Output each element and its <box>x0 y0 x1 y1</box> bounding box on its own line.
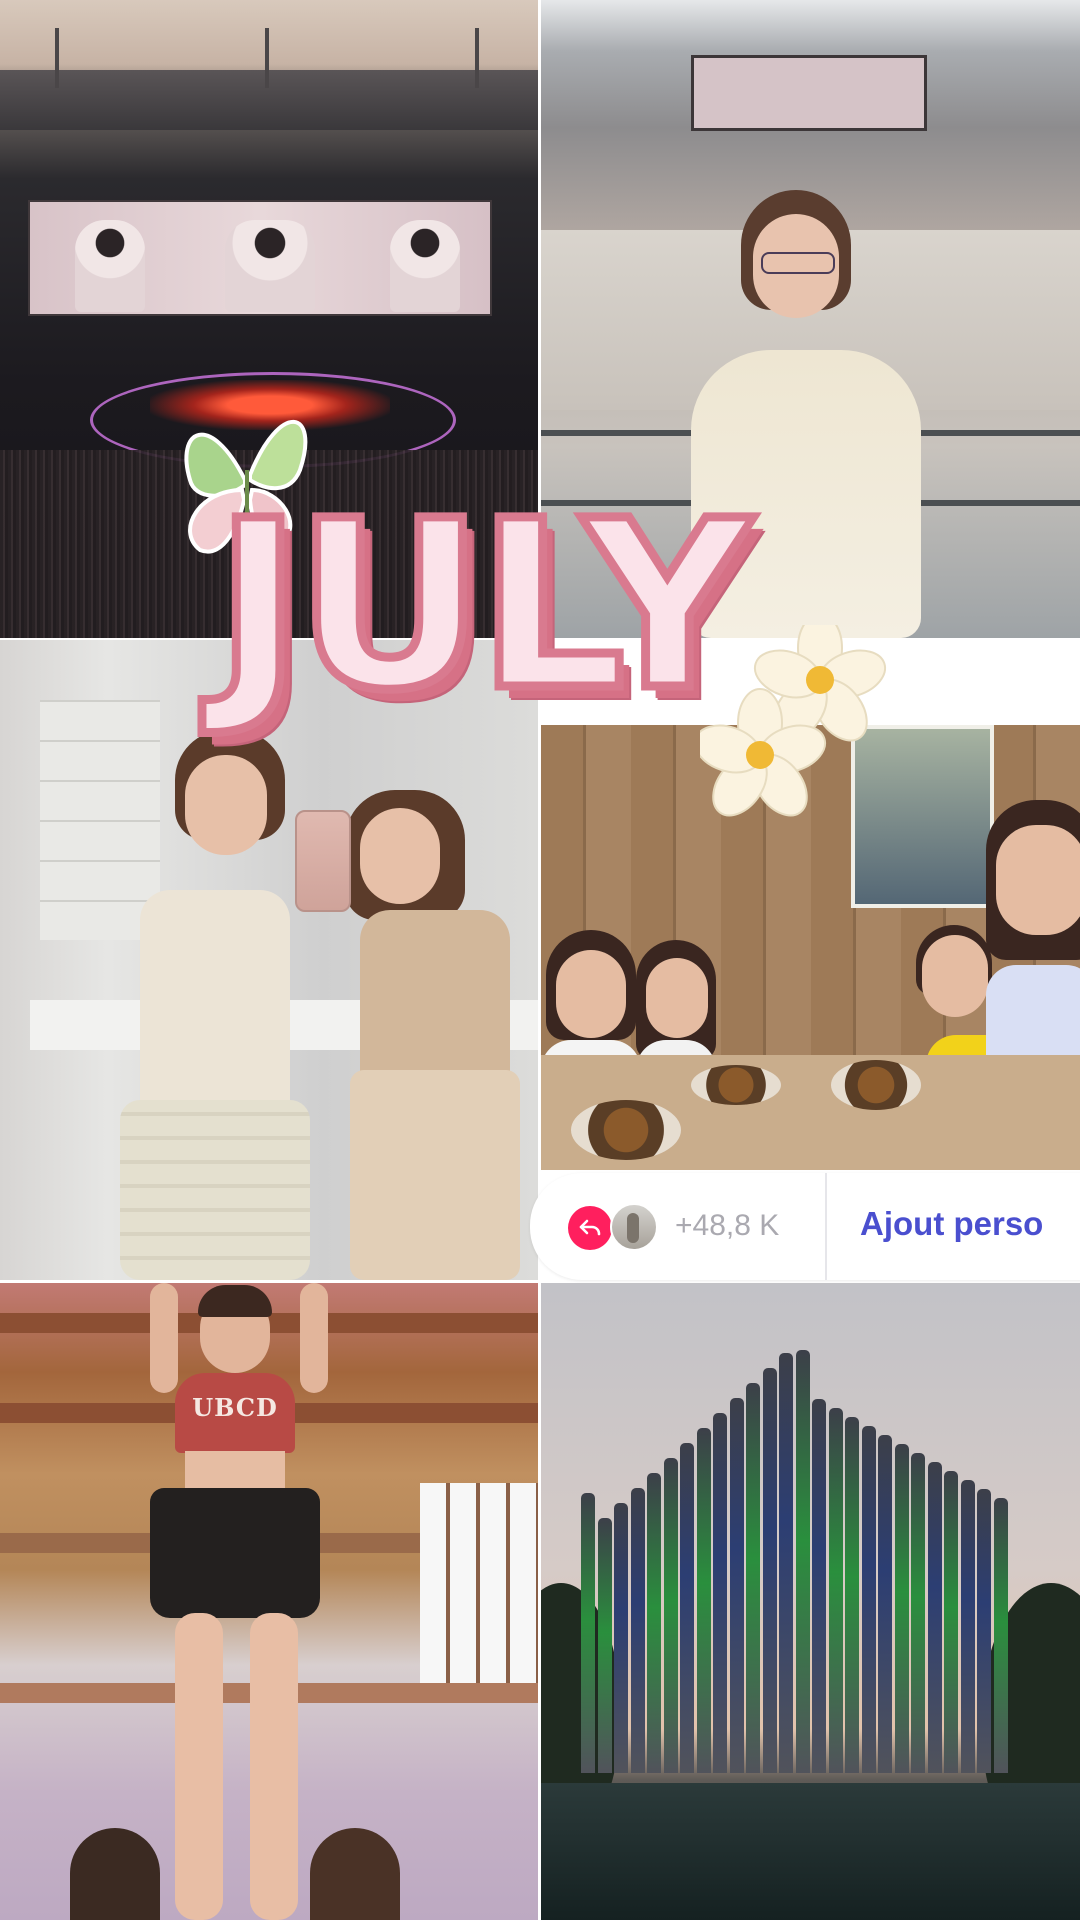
organ-pipes <box>581 1343 1021 1773</box>
organ-pipe <box>993 1498 1008 1773</box>
organ-pipe <box>960 1480 975 1773</box>
action-bar: +48,8 K Ajout perso <box>530 1173 1080 1280</box>
organ-pipe <box>894 1444 909 1773</box>
organ-pipe <box>845 1417 859 1773</box>
organ-pipe <box>663 1458 678 1773</box>
organ-pipe <box>696 1428 711 1773</box>
collage-divider <box>538 0 541 1920</box>
organ-pipe <box>729 1398 744 1773</box>
organ-pipe <box>944 1471 958 1773</box>
gym-window <box>420 1483 538 1683</box>
organ-pipe <box>878 1435 892 1773</box>
organ-pipe <box>861 1426 876 1773</box>
ajout-perso-button[interactable]: Ajout perso <box>860 1205 1043 1243</box>
photo-organ-building <box>541 1283 1080 1920</box>
organ-pipe <box>977 1489 991 1773</box>
organ-pipe <box>581 1493 595 1773</box>
reply-arrow-icon <box>579 1219 601 1236</box>
plate <box>571 1100 681 1160</box>
organ-pipe <box>779 1353 793 1773</box>
photo-cheer-stunt: UBCD <box>0 1283 538 1920</box>
organ-pipe <box>680 1443 694 1773</box>
organ-pipe <box>927 1462 942 1773</box>
person <box>310 1828 400 1920</box>
roof-mast <box>265 28 269 88</box>
organ-pipe <box>614 1503 628 1773</box>
organ-pipe <box>713 1413 727 1773</box>
organ-pipe <box>630 1488 645 1773</box>
plumeria-flower-icon <box>700 625 887 817</box>
organ-pipe <box>828 1408 843 1773</box>
shirt-text: UBCD <box>192 1393 278 1422</box>
usage-count: +48,8 K <box>675 1209 780 1242</box>
stage-screen <box>28 200 492 316</box>
phone <box>295 810 351 912</box>
person <box>330 790 538 1280</box>
person: UBCD <box>140 1283 340 1920</box>
organ-pipe <box>762 1368 777 1773</box>
organ-pipe <box>647 1473 661 1773</box>
organ-pipe <box>911 1453 925 1773</box>
stadium-screen <box>691 55 927 131</box>
roof-mast <box>55 28 59 88</box>
divider <box>825 1173 827 1280</box>
reply-button[interactable] <box>568 1206 612 1250</box>
person <box>70 1828 160 1920</box>
plate <box>831 1060 921 1110</box>
organ-pipe <box>746 1383 760 1773</box>
stadium-roof <box>0 70 538 130</box>
organ-pipe <box>795 1350 810 1773</box>
organ-pipe <box>812 1399 826 1773</box>
reflecting-pool <box>541 1783 1080 1920</box>
plate <box>691 1065 781 1105</box>
roof-mast <box>475 28 479 88</box>
organ-pipe <box>597 1518 612 1773</box>
avatar[interactable] <box>610 1203 658 1251</box>
